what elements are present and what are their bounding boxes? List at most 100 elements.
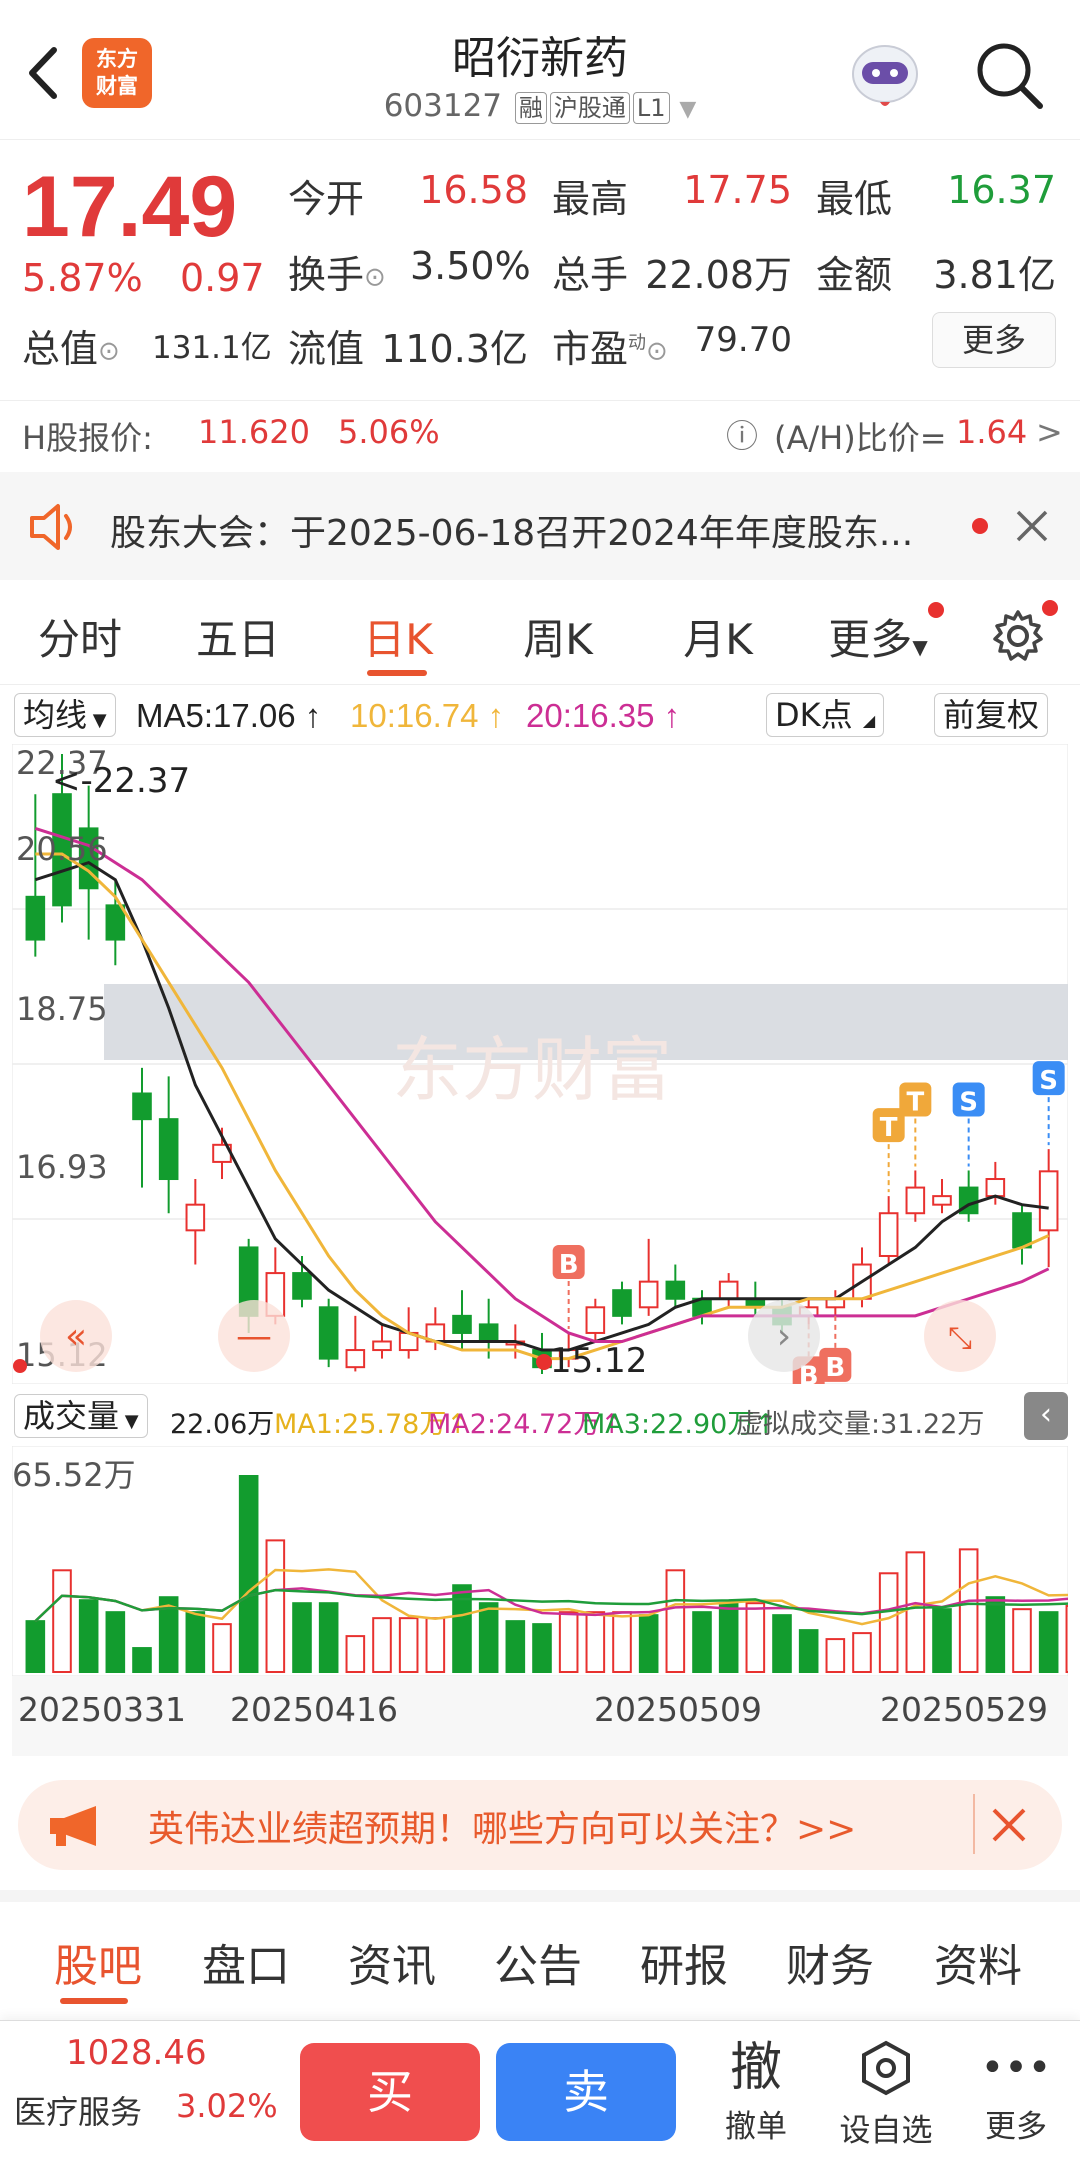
add-watchlist-label: 设自选: [839, 2113, 933, 2149]
buy-button[interactable]: 买: [300, 2043, 480, 2141]
volume-bar: [692, 1611, 712, 1674]
help-icon[interactable]: ⓘ: [726, 411, 758, 457]
tab-five-day[interactable]: 五日: [168, 606, 308, 667]
volume-bar: [78, 1599, 99, 1673]
dropdown-triangle-icon: ▼: [912, 635, 928, 659]
quote-more-button[interactable]: 更多: [932, 312, 1056, 368]
tab-more[interactable]: 更多▼: [808, 606, 948, 667]
volume-bar: [638, 1614, 659, 1674]
ma-indicator-bar: 均线 ▼ MA5:17.06 ↑ 10:16.74 ↑ 20:16.35 ↑ D…: [0, 684, 1080, 744]
tab-intraday[interactable]: 分时: [10, 606, 150, 667]
volume-selector[interactable]: 成交量 ▼: [14, 1394, 148, 1438]
volume-bar: [852, 1632, 872, 1674]
ma-selector[interactable]: 均线 ▼: [14, 693, 116, 737]
tab-profile[interactable]: 资料: [918, 1930, 1038, 1994]
close-icon[interactable]: [990, 1806, 1028, 1844]
volume-selector-label: 成交量: [23, 1397, 120, 1435]
tab-pankou[interactable]: 盘口: [186, 1930, 306, 1994]
volume-bar: [958, 1548, 979, 1673]
float-value: 110.3亿: [381, 327, 528, 371]
volume-bar: [1012, 1608, 1032, 1674]
tab-news[interactable]: 资讯: [332, 1930, 452, 1994]
cancel-order-label: 撤单: [725, 2109, 787, 2145]
volume-value: 22.06万: [170, 1409, 275, 1440]
double-chevron-left-icon: «: [65, 1316, 87, 1357]
add-watchlist-button[interactable]: 设自选: [826, 2035, 946, 2150]
corner-triangle-icon: ◢: [862, 711, 876, 730]
candle-body: [878, 1212, 899, 1257]
h-share-label: H股报价:: [22, 419, 153, 457]
sector-name[interactable]: 医疗服务: [14, 2087, 142, 2133]
turnover-label: 换手⊙: [288, 244, 386, 299]
tag-shanghai-connect: 沪股通: [549, 92, 630, 124]
candle-body: [638, 1280, 659, 1309]
date-label-4: 20250529: [880, 1690, 1048, 1729]
tab-guba[interactable]: 股吧: [38, 1930, 158, 1994]
candlestick-chart[interactable]: 东方财富 BBBTTSS 22.37 20.56 18.75 16.93 15.…: [12, 744, 1068, 1384]
volume-bar: [318, 1602, 339, 1673]
candle-body: [25, 895, 46, 941]
chevron-right-icon: >: [1036, 413, 1063, 451]
date-label-1: 20250331: [18, 1690, 186, 1729]
chevron-right-icon: ›: [777, 1316, 791, 1357]
volume-bar: [132, 1647, 152, 1673]
candle-body: [1038, 1170, 1059, 1232]
volume-chart[interactable]: 65.52万: [12, 1446, 1068, 1676]
search-icon[interactable]: [970, 36, 1050, 116]
sector-pct: 3.02%: [176, 2087, 278, 2125]
y-label-4: 16.93: [16, 1148, 108, 1186]
candle-body: [985, 1178, 1006, 1198]
notice-banner[interactable]: 股东大会：于2025-06-18召开2024年年度股东...: [0, 472, 1080, 580]
info-icon[interactable]: ⊙: [98, 337, 120, 367]
tag-level[interactable]: L1: [632, 92, 670, 124]
h-share-row[interactable]: H股报价: 11.620 5.06% ⓘ (A/H)比价= 1.64 >: [0, 400, 1080, 464]
change-pct: 5.87%: [22, 256, 143, 300]
notice-text: 股东大会：于2025-06-18召开2024年年度股东...: [110, 513, 914, 554]
tab-announcements[interactable]: 公告: [478, 1930, 598, 1994]
header: 东方 财富 昭衍新药 603127 融沪股通 L1 ▼: [0, 0, 1080, 140]
date-label-2: 20250416: [230, 1690, 398, 1729]
cancel-order-button[interactable]: 撤 撤单: [696, 2035, 816, 2146]
tab-monthly-k[interactable]: 月K: [648, 606, 788, 667]
volume-bar: [25, 1620, 46, 1673]
tab-daily-k[interactable]: 日K: [328, 606, 468, 667]
candle-body: [932, 1195, 952, 1206]
candle-body: [665, 1280, 686, 1300]
forward-adjust-button[interactable]: 前复权: [934, 693, 1049, 737]
h-share-price: 11.620: [198, 413, 310, 451]
dropdown-triangle-icon: ▼: [87, 710, 107, 731]
watermark: 东方财富: [392, 1029, 672, 1111]
robot-assistant-icon[interactable]: [840, 30, 930, 120]
volume-bar: [905, 1551, 926, 1673]
sell-button[interactable]: 卖: [496, 2043, 676, 2141]
divider: [973, 1794, 975, 1854]
dk-point-button[interactable]: DK点 ◢: [766, 693, 885, 737]
min-price-note: 15.12: [550, 1341, 647, 1381]
info-icon[interactable]: ⊙: [646, 337, 668, 367]
settings-dot: [1042, 600, 1058, 616]
sector-index-value[interactable]: 1028.46: [66, 2033, 207, 2073]
collapse-panel-button[interactable]: ‹: [1024, 1392, 1068, 1440]
more-actions-button[interactable]: ••• 更多: [956, 2035, 1076, 2146]
promo-banner[interactable]: 英伟达业绩超预期！哪些方向可以关注？>>: [18, 1780, 1062, 1870]
tab-weekly-k[interactable]: 周K: [488, 606, 628, 667]
float-label: 流值: [288, 327, 365, 371]
megaphone-icon: [50, 1806, 96, 1846]
speaker-icon: [30, 504, 72, 550]
dropdown-triangle-icon: ▼: [119, 1411, 139, 1432]
info-icon[interactable]: ⊙: [364, 263, 386, 293]
pe-label: 市盈动⊙: [552, 318, 668, 373]
y-label-3: 18.75: [16, 990, 108, 1028]
close-icon[interactable]: [1014, 508, 1050, 544]
high-value: 17.75: [683, 168, 792, 212]
promo-text: 英伟达业绩超预期！哪些方向可以关注？>>: [148, 1809, 857, 1850]
tab-research[interactable]: 研报: [624, 1930, 744, 1994]
dropdown-triangle-icon[interactable]: ▼: [679, 97, 696, 122]
ma20-value: 20:16.35 ↑: [526, 697, 681, 734]
mcap-label: 总值⊙: [22, 318, 120, 373]
tab-financials[interactable]: 财务: [770, 1930, 890, 1994]
candle-body: [1012, 1212, 1032, 1249]
ma5-text: MA5:17.06: [136, 697, 296, 734]
high-label: 最高: [552, 177, 629, 221]
settings-gear-icon[interactable]: [990, 608, 1046, 664]
